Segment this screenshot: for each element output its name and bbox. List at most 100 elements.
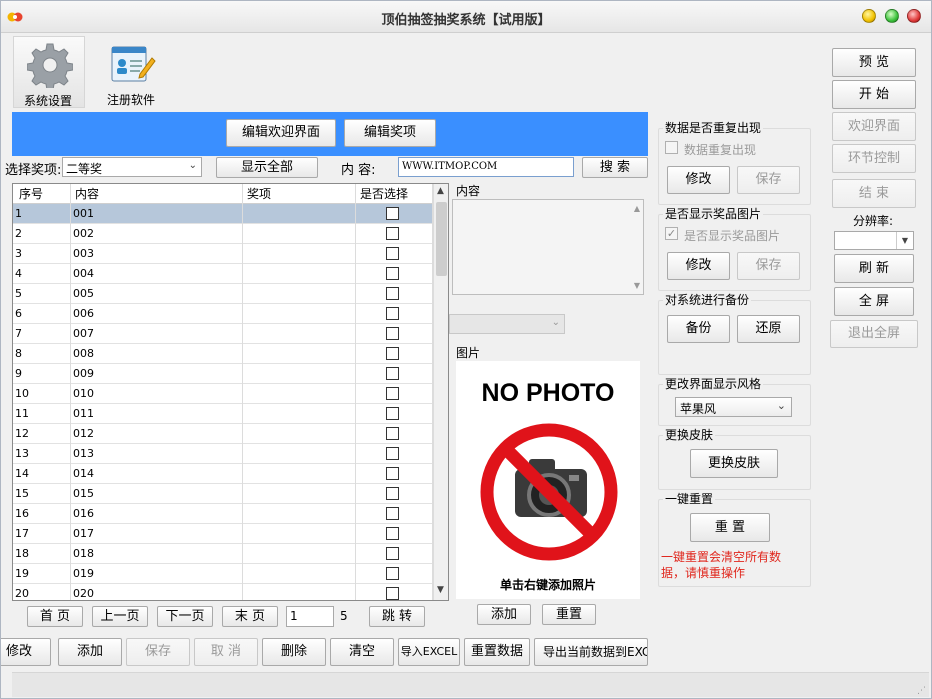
prize-select[interactable]: 二等奖 ⌄ [62,157,202,177]
next-page-button[interactable]: 下一页 [157,606,213,627]
reset-data-button[interactable]: 重置数据 [464,638,530,666]
minimize-button[interactable] [862,9,876,23]
exit-fullscreen-button[interactable]: 退出全屏 [830,320,918,348]
page-number-input[interactable]: 1 [286,606,334,627]
img-checkbox[interactable]: ✓ [665,227,678,240]
table-row[interactable]: 18 018 [13,544,433,564]
table-row[interactable]: 9 009 [13,364,433,384]
row-select-checkbox[interactable] [386,467,399,480]
last-page-button[interactable]: 末 页 [222,606,278,627]
table-row[interactable]: 8 008 [13,344,433,364]
row-select-checkbox[interactable] [386,487,399,500]
row-select-checkbox[interactable] [386,267,399,280]
maximize-button[interactable] [885,9,899,23]
dup-checkbox[interactable] [665,141,678,154]
row-select-checkbox[interactable] [386,427,399,440]
table-row[interactable]: 16 016 [13,504,433,524]
delete-button[interactable]: 删除 [262,638,326,666]
row-select-checkbox[interactable] [386,407,399,420]
dup-save-button[interactable]: 保存 [737,166,800,194]
row-select-checkbox[interactable] [386,367,399,380]
modify-button[interactable]: 修改 [1,638,51,666]
prize-photo[interactable]: NO PHOTO 单击右键添加照片 [456,361,640,599]
end-button[interactable]: 结 束 [832,179,916,208]
import-excel-button[interactable]: 导入EXCEL [398,638,460,666]
row-select-checkbox[interactable] [386,387,399,400]
table-row[interactable]: 6 006 [13,304,433,324]
table-row[interactable]: 14 014 [13,464,433,484]
table-row[interactable]: 11 011 [13,404,433,424]
edit-welcome-button[interactable]: 编辑欢迎界面 [226,119,336,147]
preview-button[interactable]: 预 览 [832,48,916,77]
img-modify-button[interactable]: 修改 [667,252,730,280]
search-button[interactable]: 搜 索 [582,157,648,178]
row-select-checkbox[interactable] [386,567,399,580]
restore-button[interactable]: 还原 [737,315,800,343]
register-tool[interactable]: 注册软件 [97,36,169,108]
row-content-cell: 010 [71,384,243,404]
table-row[interactable]: 17 017 [13,524,433,544]
row-select-checkbox[interactable] [386,287,399,300]
prev-page-button[interactable]: 上一页 [92,606,148,627]
row-select-checkbox[interactable] [386,507,399,520]
photo-reset-button[interactable]: 重置 [542,604,596,625]
refresh-button[interactable]: 刷 新 [834,254,914,283]
change-skin-button[interactable]: 更换皮肤 [690,449,778,478]
start-button[interactable]: 开 始 [832,80,916,109]
table-row[interactable]: 12 012 [13,424,433,444]
scroll-up-icon[interactable]: ▲ [437,186,444,196]
table-scrollbar[interactable]: ▲ ▼ [433,184,448,600]
table-row[interactable]: 5 005 [13,284,433,304]
total-pages: 5 [340,609,348,623]
cancel-button[interactable]: 取 消 [194,638,258,666]
welcome-screen-button[interactable]: 欢迎界面 [832,112,916,141]
add-button[interactable]: 添加 [58,638,122,666]
export-excel-button[interactable]: 导出当前数据到EXCEL [534,638,648,666]
textarea-scroll-down-icon: ▼ [633,281,640,290]
scroll-down-icon[interactable]: ▼ [437,585,444,595]
content-search-input[interactable]: WWW.ITMOP.COM [398,157,574,177]
settings-tool[interactable]: 系统设置 [13,36,85,108]
row-select-checkbox[interactable] [386,327,399,340]
clear-button[interactable]: 清空 [330,638,394,666]
table-row[interactable]: 2 002 [13,224,433,244]
table-row[interactable]: 19 019 [13,564,433,584]
row-select-checkbox[interactable] [386,227,399,240]
row-select-checkbox[interactable] [386,307,399,320]
photo-add-button[interactable]: 添加 [477,604,531,625]
img-save-button[interactable]: 保存 [737,252,800,280]
stage-control-button[interactable]: 环节控制 [832,144,916,173]
row-select-checkbox[interactable] [386,207,399,220]
close-button[interactable] [907,9,921,23]
row-select-checkbox[interactable] [386,547,399,560]
table-row[interactable]: 1 001 [13,204,433,224]
resize-grip-icon[interactable]: ⋰ [917,686,926,696]
table-row[interactable]: 13 013 [13,444,433,464]
fullscreen-button[interactable]: 全 屏 [834,287,914,316]
show-all-button[interactable]: 显示全部 [216,157,318,178]
row-select-checkbox[interactable] [386,247,399,260]
save-button[interactable]: 保存 [126,638,190,666]
detail-content-textarea[interactable]: ▲ ▼ [452,199,644,295]
first-page-button[interactable]: 首 页 [27,606,83,627]
row-content-cell: 011 [71,404,243,424]
table-row[interactable]: 3 003 [13,244,433,264]
table-row[interactable]: 20 020 [13,584,433,600]
row-select-checkbox[interactable] [386,447,399,460]
jump-button[interactable]: 跳 转 [369,606,425,627]
row-select-checkbox[interactable] [386,347,399,360]
table-row[interactable]: 10 010 [13,384,433,404]
table-row[interactable]: 15 015 [13,484,433,504]
table-row[interactable]: 7 007 [13,324,433,344]
row-select-checkbox[interactable] [386,527,399,540]
table-row[interactable]: 4 004 [13,264,433,284]
resolution-select[interactable]: ▼ [834,231,914,250]
backup-button[interactable]: 备份 [667,315,730,343]
dup-modify-button[interactable]: 修改 [667,166,730,194]
style-select[interactable]: 苹果风 ⌄ [675,397,792,417]
row-prize-cell [243,424,356,444]
edit-prize-button[interactable]: 编辑奖项 [344,119,436,147]
row-select-checkbox[interactable] [386,587,399,600]
one-key-reset-button[interactable]: 重 置 [690,513,770,542]
scroll-thumb[interactable] [436,202,447,276]
